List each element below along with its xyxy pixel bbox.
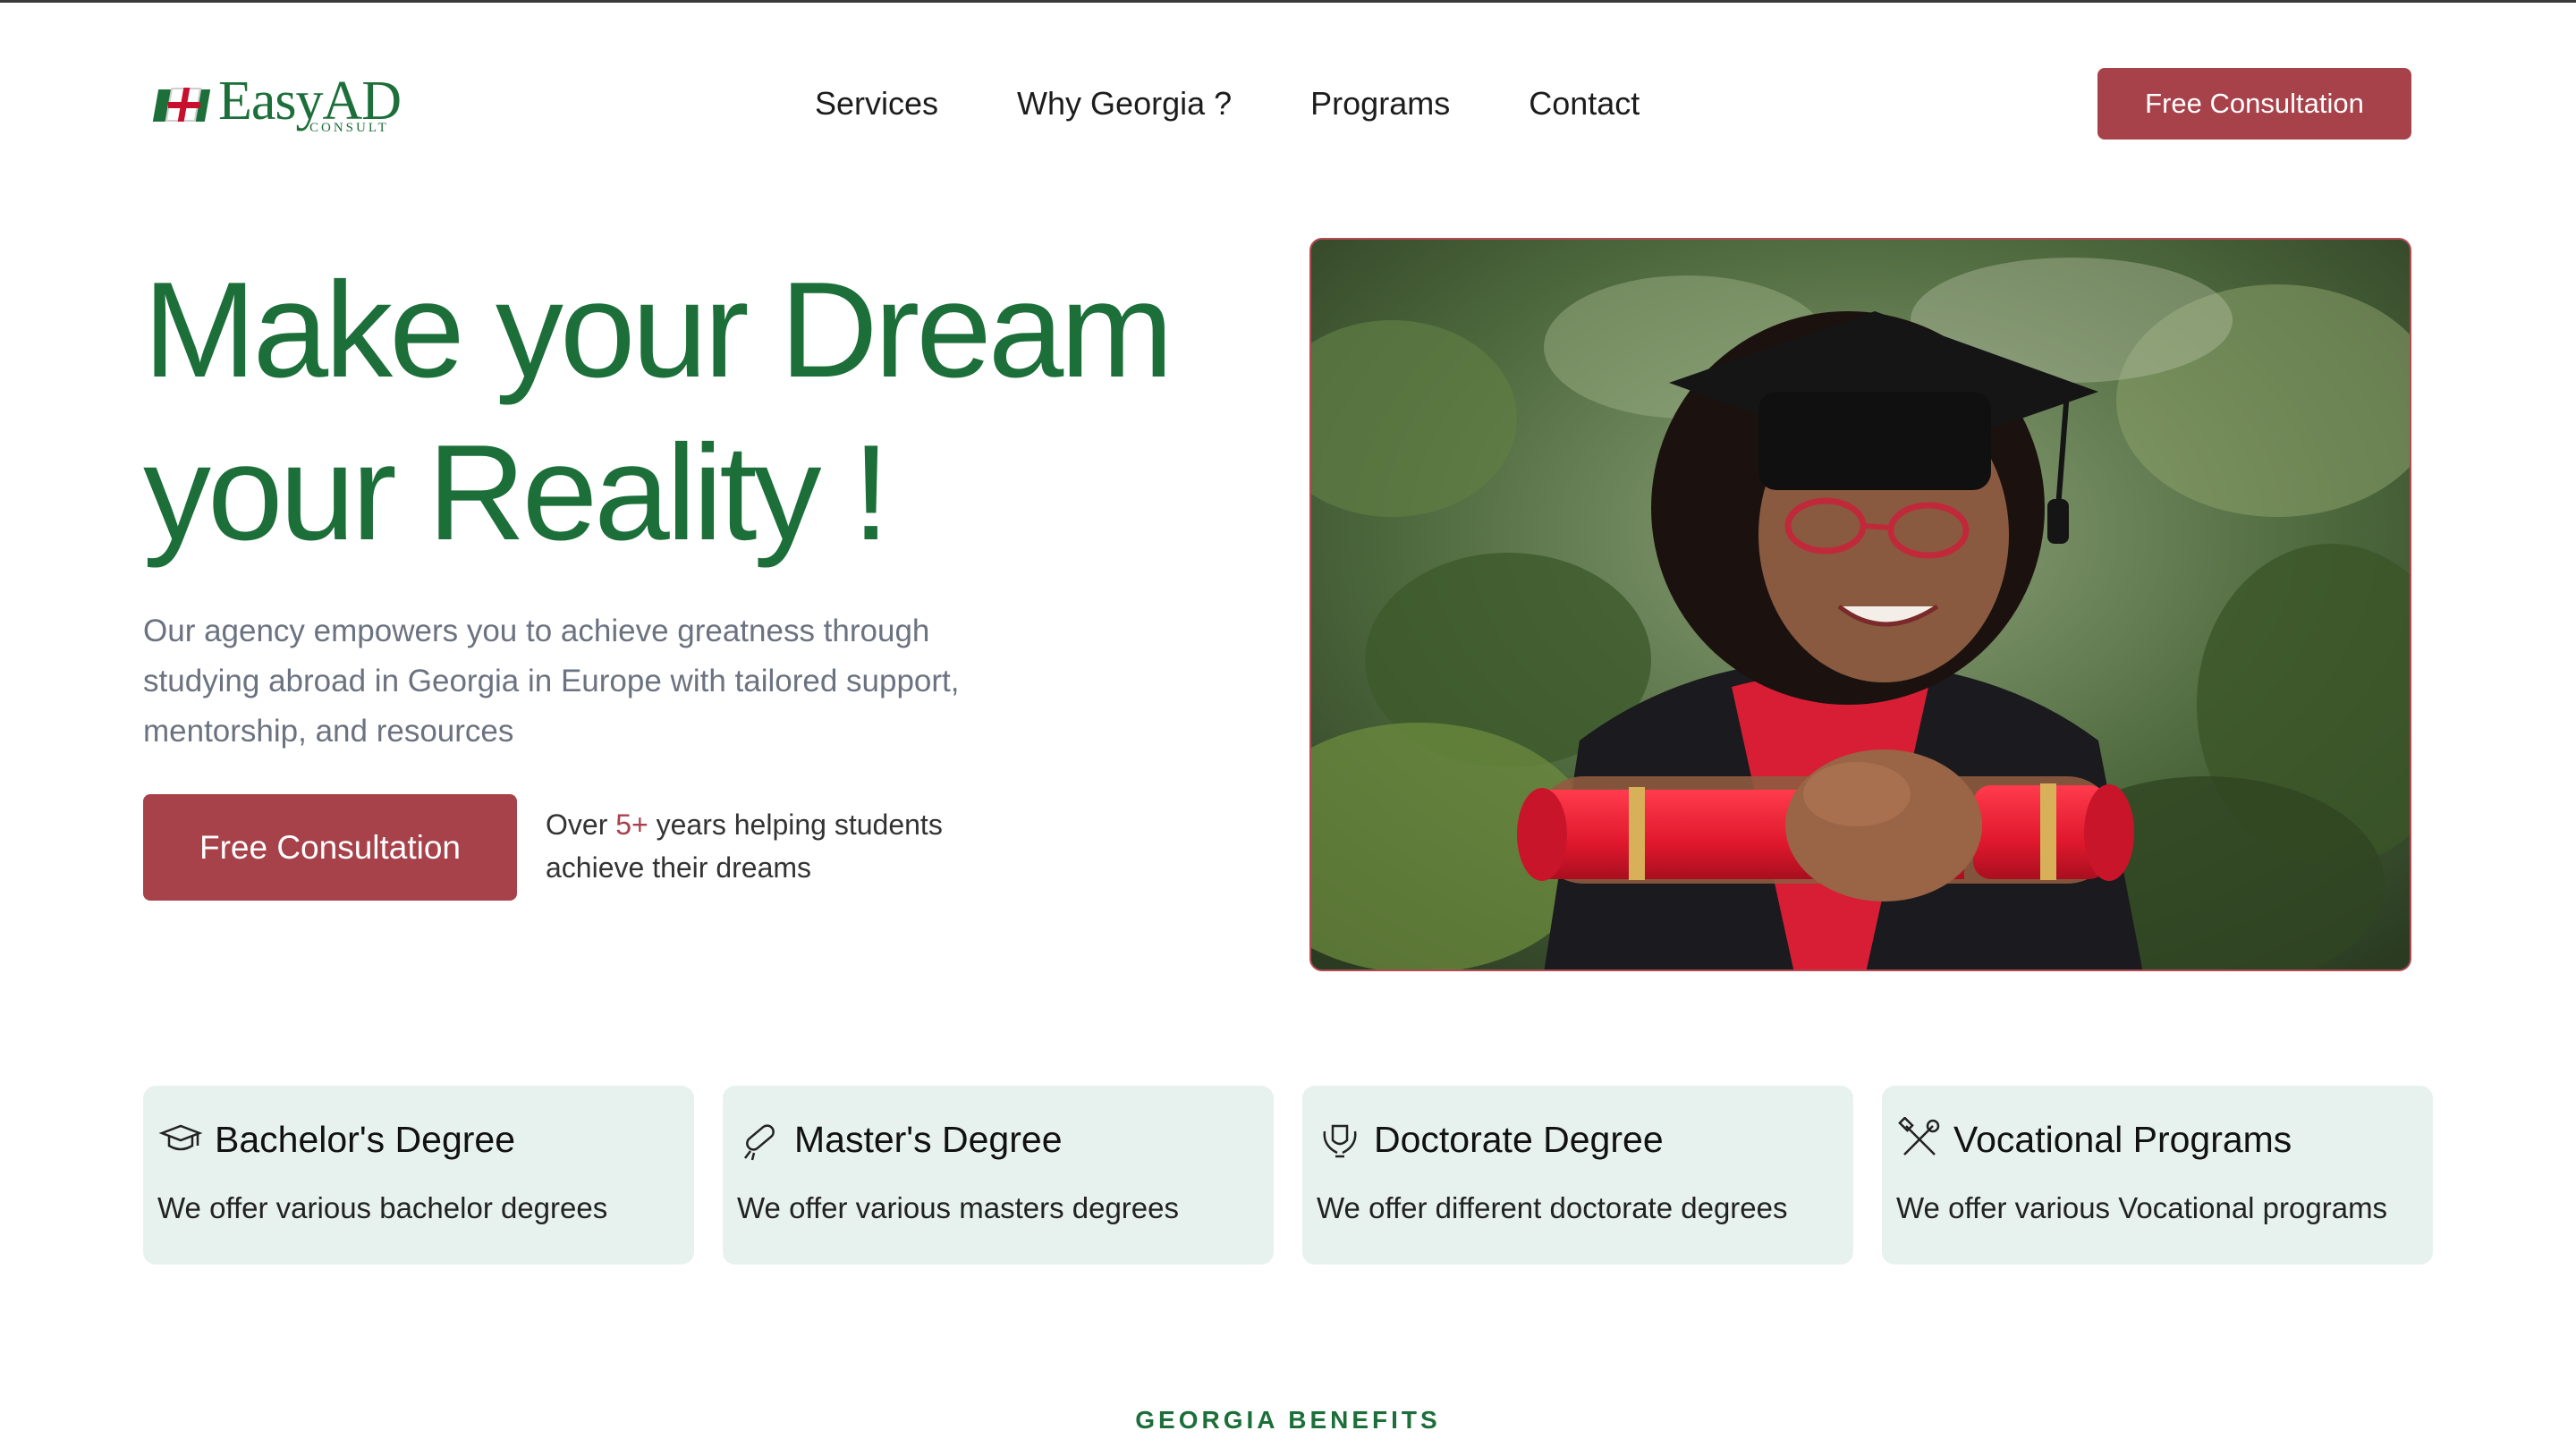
card-title: Doctorate Degree xyxy=(1374,1118,1664,1160)
card-text: We offer various Vocational programs xyxy=(1896,1191,2388,1224)
card-text: We offer various masters degrees xyxy=(737,1191,1180,1224)
georgia-flag-icon xyxy=(152,84,213,123)
header-consultation-button[interactable]: Free Consultation xyxy=(2097,68,2411,140)
stat-prefix: Over xyxy=(546,808,616,841)
hero-graduate-photo xyxy=(1309,238,2411,971)
program-card-master[interactable]: Master's Degree We offer various masters… xyxy=(723,1086,1274,1265)
card-title: Master's Degree xyxy=(794,1118,1063,1160)
nav-programs[interactable]: Programs xyxy=(1310,80,1450,127)
section-label-georgia-benefits: GEORGIA BENEFITS xyxy=(1135,1406,1441,1434)
program-cards: Bachelor's Degree We offer various bache… xyxy=(143,1086,2433,1265)
nav-services[interactable]: Services xyxy=(815,80,938,127)
graduation-cap-icon xyxy=(157,1116,204,1163)
card-title: Vocational Programs xyxy=(1953,1118,2292,1160)
hero-experience-stat: Over 5+ years helping students achieve t… xyxy=(546,803,1046,889)
brand-logo[interactable]: EasyAD CONSULT xyxy=(152,70,402,138)
hero-title: Make your Dream your Reality ! xyxy=(143,249,1174,574)
stat-years: 5+ xyxy=(615,808,648,841)
main-nav: Services Why Georgia ? Programs Contact xyxy=(815,80,1640,127)
brand-tagline: CONSULT xyxy=(309,120,389,135)
program-card-bachelor[interactable]: Bachelor's Degree We offer various bache… xyxy=(143,1086,694,1265)
card-text: We offer different doctorate degrees xyxy=(1317,1191,1788,1224)
nav-why-georgia[interactable]: Why Georgia ? xyxy=(1017,80,1232,127)
laurel-shield-icon xyxy=(1317,1116,1363,1163)
hero-title-line1: Make your Dream xyxy=(143,254,1174,406)
hero-description: Our agency empowers you to achieve great… xyxy=(143,614,960,749)
tools-icon xyxy=(1896,1116,1943,1163)
top-border xyxy=(0,0,2576,3)
hero-consultation-button[interactable]: Free Consultation xyxy=(143,794,517,901)
card-title: Bachelor's Degree xyxy=(215,1118,516,1160)
program-card-doctorate[interactable]: Doctorate Degree We offer different doct… xyxy=(1302,1086,1853,1265)
card-text: We offer various bachelor degrees xyxy=(157,1191,608,1224)
diploma-scroll-icon xyxy=(737,1116,784,1163)
nav-contact[interactable]: Contact xyxy=(1529,80,1640,127)
program-card-vocational[interactable]: Vocational Programs We offer various Voc… xyxy=(1882,1086,2433,1265)
hero-title-line2: your Reality ! xyxy=(143,417,890,569)
